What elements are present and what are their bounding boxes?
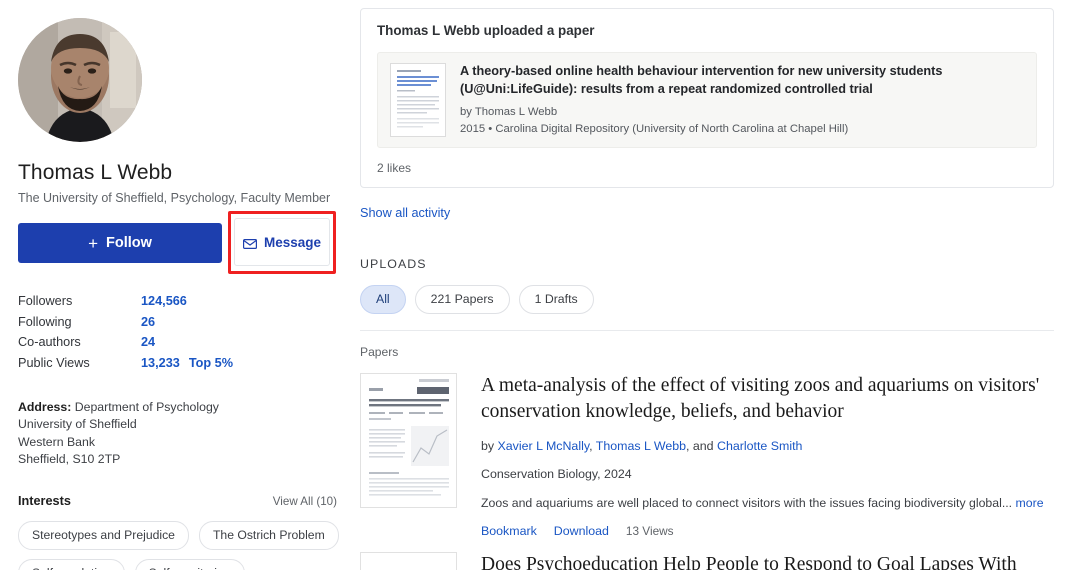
interest-tag[interactable]: Stereotypes and Prejudice <box>18 521 189 551</box>
paper-details: Does Psychoeducation Help People to Resp… <box>481 552 1054 570</box>
plus-icon: + <box>88 233 98 253</box>
paper-journal: Conservation Biology, 2024 <box>481 467 632 481</box>
stat-value[interactable]: 26 <box>141 315 155 329</box>
stat-label: Public Views <box>18 355 90 370</box>
stat-row: Co-authors 24 <box>18 335 337 356</box>
page-title: Thomas L Webb <box>18 161 173 184</box>
stat-row: Public Views 13,233 Top 5% <box>18 356 337 377</box>
interests-header: Interests View All (10) <box>18 494 337 508</box>
message-button-label: Message <box>263 234 322 250</box>
paper-title[interactable]: A meta-analysis of the effect of visitin… <box>481 373 1054 424</box>
divider <box>360 330 1054 331</box>
paper-more-link[interactable]: more <box>1016 496 1044 510</box>
paper-authors-prefix: by <box>481 439 498 453</box>
stat-badge: Top 5% <box>188 355 233 370</box>
view-all-interests-link[interactable]: View All (10) <box>273 495 337 508</box>
envelope-icon <box>242 237 257 250</box>
papers-group-label: Papers <box>360 345 399 359</box>
stat-value[interactable]: 13,233 <box>141 356 180 370</box>
address-line-3: Western Bank <box>18 434 96 449</box>
stat-row: Following 26 <box>18 315 337 336</box>
interests-title: Interests <box>18 494 71 509</box>
profile-sidebar: Thomas L Webb The University of Sheffiel… <box>0 0 355 570</box>
paper-details: A meta-analysis of the effect of visitin… <box>481 373 1054 538</box>
interests-tag-list: Stereotypes and Prejudice The Ostrich Pr… <box>18 521 348 570</box>
activity-headline: Thomas L Webb uploaded a paper <box>377 23 595 38</box>
interest-tag[interactable]: Self-monitoring <box>134 559 245 570</box>
activity-card: Thomas L Webb uploaded a paper A theory-… <box>360 8 1054 188</box>
stat-label: Followers <box>18 294 73 308</box>
main-content: Thomas L Webb uploaded a paper A theory-… <box>355 0 1080 570</box>
address-label: Address: <box>18 400 72 414</box>
stat-value[interactable]: 124,566 <box>141 294 187 308</box>
follow-button-label: Follow <box>106 235 152 251</box>
activity-likes-count: 2 likes <box>377 161 412 175</box>
paper-thumbnail-blank-icon[interactable] <box>360 552 457 570</box>
stat-label: Co-authors <box>18 335 81 349</box>
interest-tag[interactable]: Self-regulation <box>18 559 125 570</box>
author-link[interactable]: Xavier L McNally <box>498 439 590 453</box>
paper-abstract-ellipsis: ... <box>1001 496 1016 510</box>
paper-authors: by Xavier L McNally, Thomas L Webb, and … <box>481 439 803 453</box>
address-line-4: Sheffield, S10 2TP <box>18 451 121 466</box>
profile-actions: + Follow Message <box>18 211 337 274</box>
activity-paper-body: A theory-based online health behaviour i… <box>460 63 1024 137</box>
stat-value[interactable]: 24 <box>141 335 155 349</box>
paper-views-count: 13 Views <box>625 524 674 538</box>
interest-tag[interactable]: The Ostrich Problem <box>198 521 339 551</box>
download-button[interactable]: Download <box>554 524 609 538</box>
tab-drafts[interactable]: 1 Drafts <box>518 285 594 314</box>
paper-abstract: Zoos and aquariums are well placed to co… <box>481 496 1054 510</box>
address-line-2: University of Sheffield <box>18 417 137 432</box>
stat-row: Followers 124,566 <box>18 294 337 315</box>
show-all-activity-link[interactable]: Show all activity <box>360 206 450 220</box>
profile-page: Thomas L Webb The University of Sheffiel… <box>0 0 1080 570</box>
author-link[interactable]: Thomas L Webb <box>596 439 686 453</box>
message-button[interactable]: Message <box>234 218 330 266</box>
address-line-1: Department of Psychology <box>74 400 219 414</box>
activity-paper-author: by Thomas L Webb <box>460 106 558 118</box>
uploads-filter-tabs: All 221 Papers 1 Drafts <box>360 285 1054 314</box>
follow-button[interactable]: + Follow <box>18 223 222 263</box>
activity-paper-card[interactable]: A theory-based online health behaviour i… <box>377 52 1037 148</box>
paper-thumbnail-icon[interactable] <box>360 373 457 508</box>
address-block: Address: Department of Psychology Univer… <box>18 399 337 468</box>
list-item: A meta-analysis of the effect of visitin… <box>360 373 1054 538</box>
avatar[interactable] <box>18 18 142 142</box>
paper-abstract-text: Zoos and aquariums are well placed to co… <box>481 496 1002 510</box>
stat-label: Following <box>18 314 72 329</box>
activity-paper-title[interactable]: A theory-based online health behaviour i… <box>460 63 1024 98</box>
tab-papers[interactable]: 221 Papers <box>414 285 510 314</box>
uploads-section-label: UPLOADS <box>360 257 427 271</box>
user-photo-avatar-icon <box>18 18 142 142</box>
profile-stats: Followers 124,566 Following 26 Co-author… <box>18 294 337 376</box>
paper-title[interactable]: Does Psychoeducation Help People to Resp… <box>481 552 1054 570</box>
paper-actions: Bookmark Download 13 Views <box>481 524 1054 538</box>
author-link[interactable]: Charlotte Smith <box>717 439 802 453</box>
activity-paper-meta: 2015 • Carolina Digital Repository (Univ… <box>460 123 849 135</box>
list-item: Does Psychoeducation Help People to Resp… <box>360 552 1054 570</box>
profile-affiliation: The University of Sheffield, Psychology,… <box>18 191 331 205</box>
paper-thumbnail-icon <box>390 63 446 137</box>
bookmark-button[interactable]: Bookmark <box>481 524 537 538</box>
tab-all[interactable]: All <box>360 285 406 314</box>
